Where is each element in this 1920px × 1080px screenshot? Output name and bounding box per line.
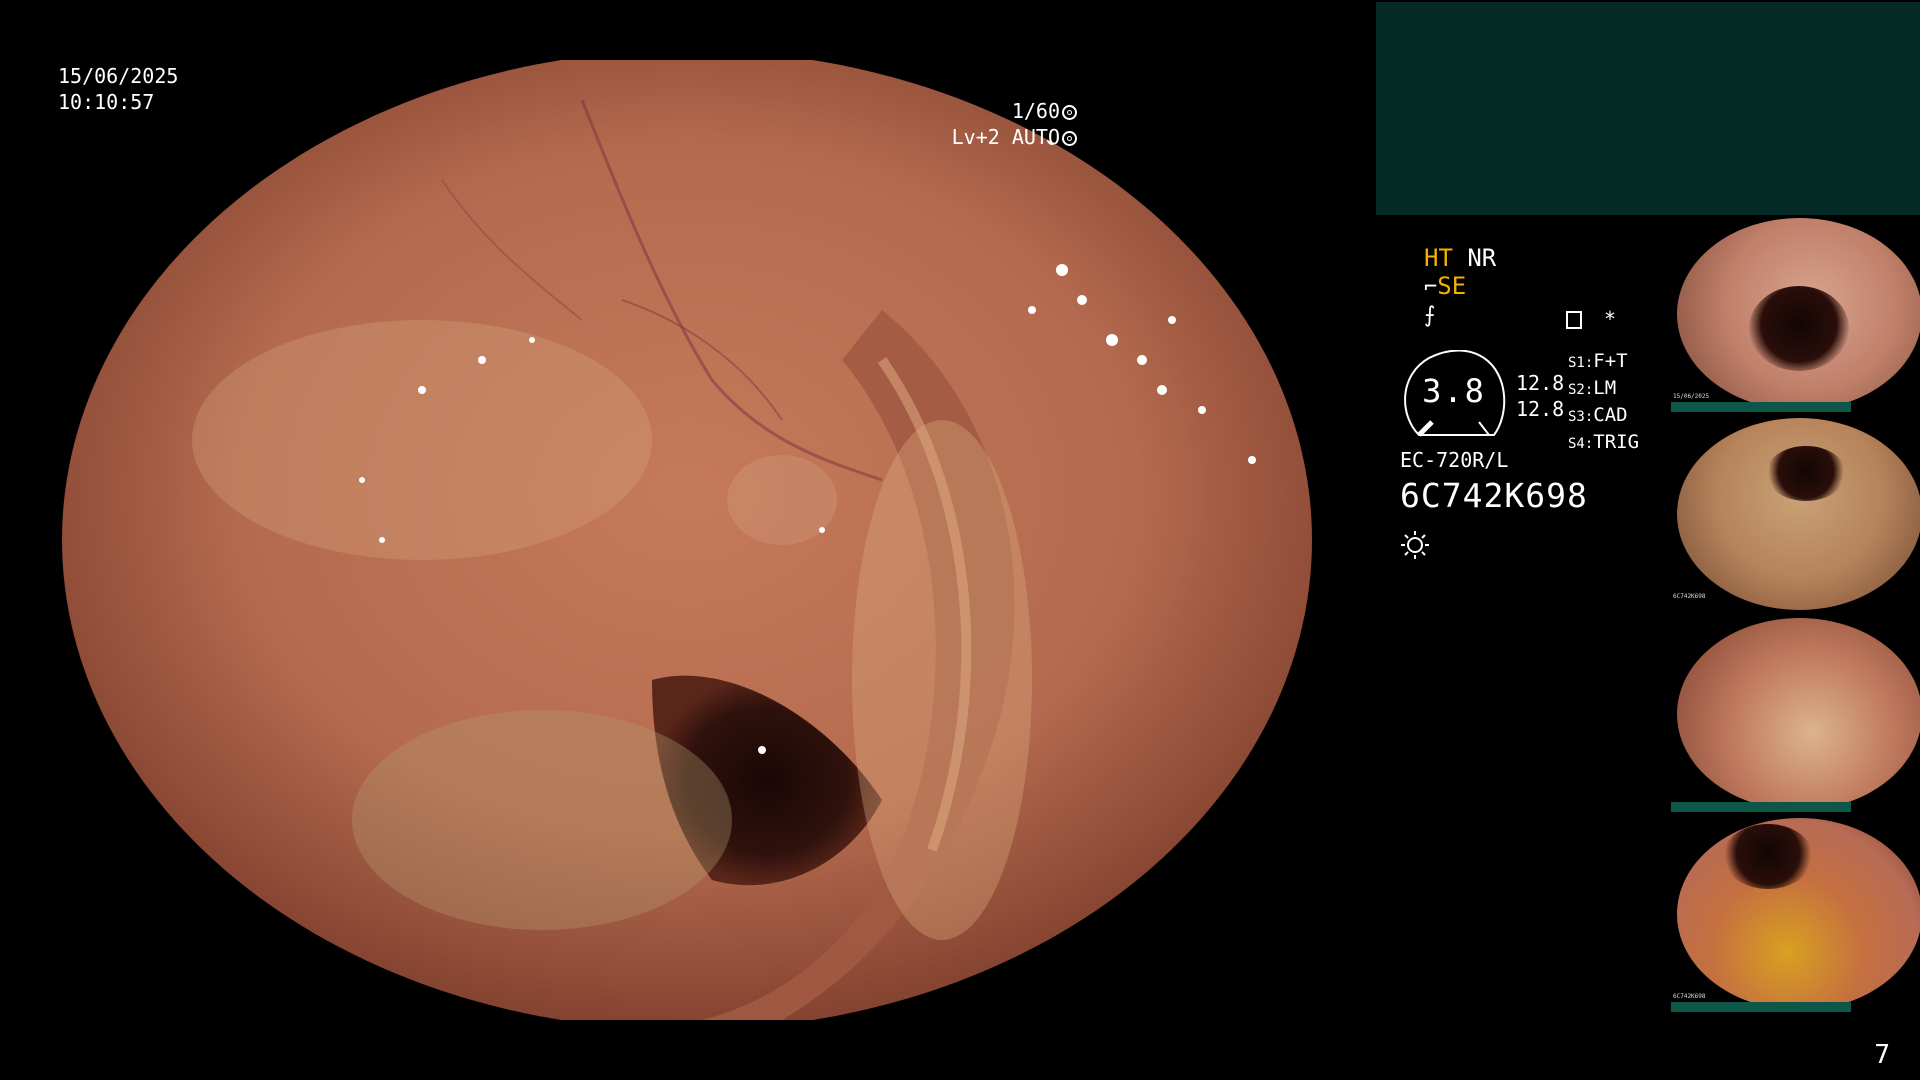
page-number: 7 [1874, 1040, 1890, 1070]
thumbnail[interactable]: 6C742K698 [1671, 816, 1920, 1012]
slot-row: S3:CAD [1568, 403, 1639, 430]
thumb-bar [1671, 402, 1851, 412]
mode-nr: NR [1467, 244, 1497, 272]
slot-row: S2:LM [1568, 376, 1639, 403]
thumb-bar [1671, 802, 1851, 812]
scope-model: EC-720R/L [1400, 448, 1509, 472]
aperture-icon [1062, 105, 1077, 120]
thumb-label-top: 15/06/2025 [1673, 393, 1710, 400]
document-icon [1566, 311, 1582, 329]
slot-row: S1:F+T [1568, 349, 1639, 376]
timestamp: 15/06/2025 10:10:57 [58, 63, 178, 115]
flow-values: 12.8 12.8 [1516, 370, 1564, 422]
zoom-gauge: 3.8 [1399, 349, 1509, 440]
freeze-icon: ⨍ [1424, 303, 1436, 328]
memo-area: * [1566, 306, 1616, 332]
asterisk-text: * [1604, 307, 1617, 331]
auto-iris-icon [1062, 131, 1077, 146]
thumbnail[interactable] [1671, 616, 1920, 812]
thumbnail-strip: 15/06/2025 6C742K698 6C742K698 [1671, 216, 1920, 1016]
shutter-text: 1/60 [1011, 99, 1060, 123]
exposure-info: 1/60 Lv+2 AUTO [952, 98, 1077, 150]
mode-ht: HT [1424, 244, 1453, 272]
slot-value: LM [1593, 377, 1617, 399]
endoscope-view [62, 60, 1312, 1020]
mode-indicators: HT NR ⌐SE ⨍ [1424, 244, 1496, 330]
slot-key: S2: [1568, 382, 1594, 398]
slot-value: CAD [1593, 404, 1628, 426]
thumbnail[interactable]: 15/06/2025 [1671, 216, 1920, 412]
switch-slots: S1:F+T S2:LM S3:CAD S4:TRIG [1568, 349, 1639, 457]
flow-value-b: 12.8 [1516, 397, 1565, 421]
slot-key: S1: [1568, 355, 1594, 371]
time-text: 10:10:57 [58, 90, 155, 114]
thumbnail[interactable]: 6C742K698 [1671, 416, 1920, 612]
date-text: 15/06/2025 [58, 64, 179, 88]
slot-row: S4:TRIG [1568, 430, 1639, 457]
gauge-value: 3.8 [1422, 372, 1486, 410]
thumb-bar [1671, 1002, 1851, 1012]
flow-value-a: 12.8 [1516, 371, 1565, 395]
slot-value: F+T [1593, 350, 1628, 372]
structure-icon: ⌐ [1424, 275, 1438, 300]
info-panel-header [1376, 2, 1920, 215]
slot-key: S3: [1568, 409, 1594, 425]
thumb-label-bottom: 6C742K698 [1673, 993, 1706, 1000]
thumb-label-bottom: 6C742K698 [1673, 593, 1706, 600]
light-icon [1400, 530, 1430, 564]
scope-serial: 6C742K698 [1400, 476, 1588, 515]
slot-key: S4: [1568, 436, 1594, 452]
mode-se: SE [1437, 272, 1467, 300]
level-text: Lv+2 AUTO [951, 125, 1060, 149]
slot-value: TRIG [1593, 431, 1640, 453]
